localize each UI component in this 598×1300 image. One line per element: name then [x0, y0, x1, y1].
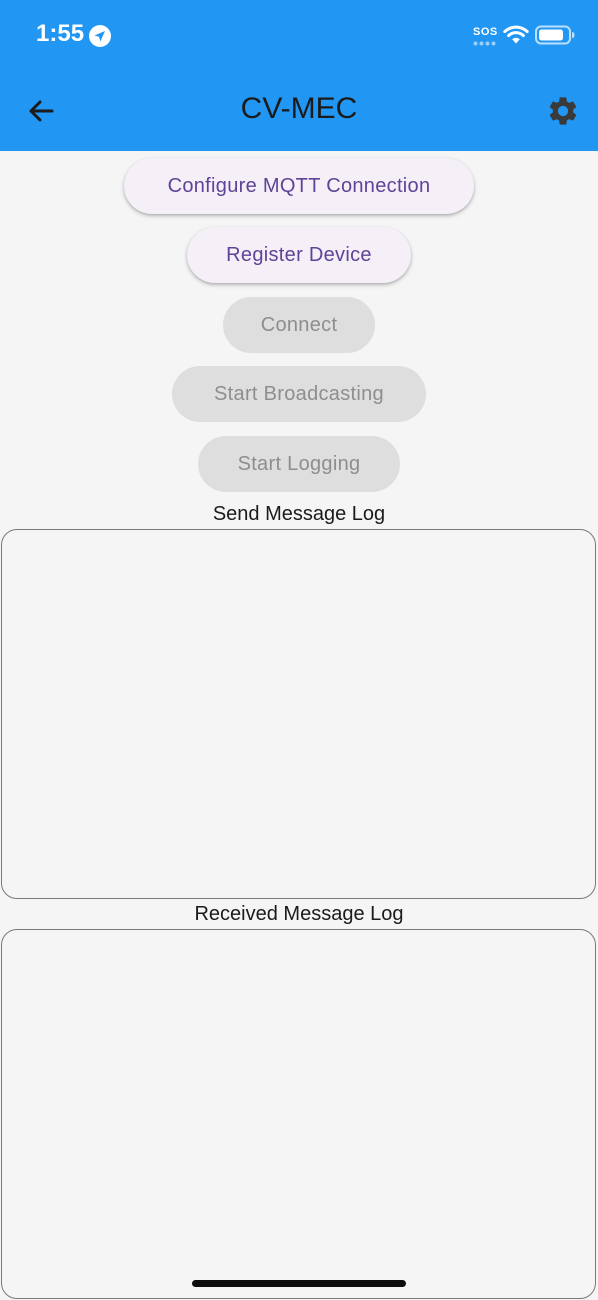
location-arrow-icon — [89, 25, 111, 47]
signal-dots-icon — [473, 41, 496, 46]
start-broadcasting-button[interactable]: Start Broadcasting — [172, 366, 426, 422]
sos-indicator: SOS — [473, 26, 498, 38]
page-title: CV-MEC — [240, 92, 358, 125]
configure-mqtt-connection-button[interactable]: Configure MQTT Connection — [124, 158, 474, 214]
received-message-log-label: Received Message Log — [194, 903, 404, 925]
start-logging-button[interactable]: Start Logging — [198, 436, 400, 492]
home-indicator — [192, 1280, 406, 1287]
send-message-log-label: Send Message Log — [212, 503, 386, 525]
received-message-log[interactable] — [1, 929, 596, 1299]
send-message-log[interactable] — [1, 529, 596, 899]
gear-icon[interactable] — [546, 94, 580, 128]
wifi-icon — [503, 25, 529, 44]
connect-button[interactable]: Connect — [223, 297, 375, 353]
status-time: 1:55 — [36, 20, 85, 47]
battery-icon — [535, 25, 575, 45]
register-device-button[interactable]: Register Device — [187, 227, 411, 283]
app-bar: 1:55 SOS CV-MEC — [0, 0, 598, 151]
